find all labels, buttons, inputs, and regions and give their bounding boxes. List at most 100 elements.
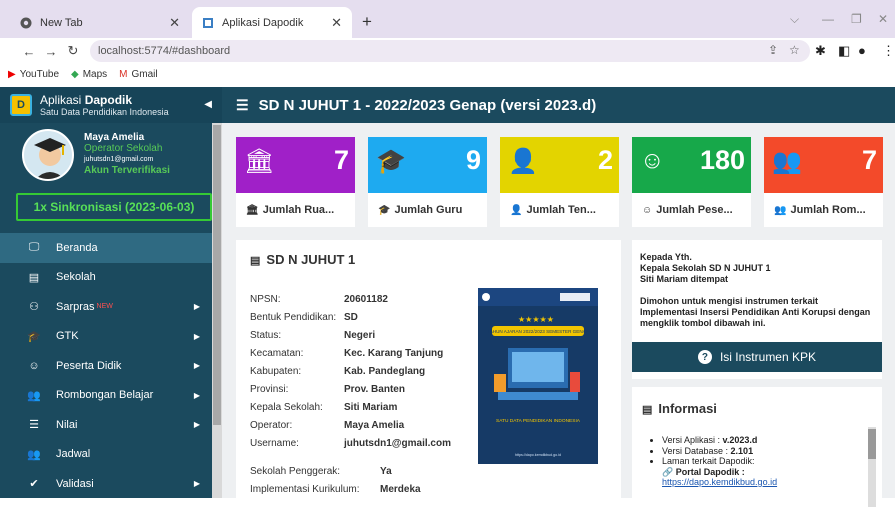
tab-new-tab[interactable]: New Tab ✕ <box>10 7 190 38</box>
info-list: Versi Aplikasi : v.2023.d Versi Database… <box>662 435 777 488</box>
portal-dapodik-link[interactable]: https://dapo.kemdikbud.go.id <box>662 477 777 487</box>
stat-card-guru[interactable]: 🎓 9 🎓 Jumlah Guru <box>368 137 487 227</box>
smile-icon: ☺ <box>640 147 665 174</box>
sidebar: D Aplikasi Dapodik Satu Data Pendidikan … <box>0 87 222 498</box>
profile-icon[interactable]: ● <box>858 43 866 58</box>
back-button[interactable]: ← <box>18 44 40 59</box>
field-username: Username: juhutsdn1@gmail.com <box>250 438 451 449</box>
stat-card-tendik[interactable]: 👤 2 👤 Jumlah Ten... <box>500 137 619 227</box>
forward-button[interactable]: → <box>40 44 62 59</box>
stat-card-ruang[interactable]: 🏛 7 🏛 Jumlah Rua... <box>236 137 355 227</box>
graduation-cap-icon: 🎓 <box>376 148 406 175</box>
share-icon[interactable]: ⇪ <box>768 43 778 57</box>
window-close-button[interactable]: ✕ <box>878 12 888 26</box>
graduation-cap-icon: 🎓 <box>27 330 41 343</box>
list-item: Versi Aplikasi : v.2023.d <box>662 435 777 446</box>
verified-status: Akun Terverifikasi <box>84 165 170 176</box>
sidebar-menu: 🖵 Beranda ▤ Sekolah ⚇ Sarpras NEW ▶ 🎓 GTK… <box>0 233 212 499</box>
sidebar-item-validasi[interactable]: ✔ Validasi ▶ <box>0 469 212 499</box>
tab-label: Aplikasi Dapodik <box>222 16 304 29</box>
field-npsn: NPSN: 20601182 <box>250 294 388 305</box>
sidebar-item-gtk[interactable]: 🎓 GTK ▶ <box>0 322 212 352</box>
tab-label: New Tab <box>40 16 83 29</box>
star-icon[interactable]: ☆ <box>789 43 800 57</box>
sidebar-item-peserta-didik[interactable]: ☺ Peserta Didik ▶ <box>0 351 212 381</box>
isi-instrumen-kpk-button[interactable]: ? Isi Instrumen KPK <box>632 342 882 372</box>
dapodik-app: D Aplikasi Dapodik Satu Data Pendidikan … <box>0 87 895 510</box>
smile-icon: ☺ <box>28 359 40 372</box>
stat-value: 180 <box>699 145 745 175</box>
top-header: ☰ SD N JUHUT 1 - 2022/2023 Genap (versi … <box>222 87 895 123</box>
bookmarks-bar: ▶ YouTube ◆ Maps M Gmail <box>0 64 895 84</box>
user-name: Maya Amelia <box>84 132 145 143</box>
binoculars-icon: ⚇ <box>29 301 39 314</box>
chrome-icon <box>20 17 32 29</box>
bookmark-gmail[interactable]: M Gmail <box>119 69 157 80</box>
stat-label: Jumlah Guru <box>394 204 463 216</box>
reload-button[interactable]: ↻ <box>62 43 84 59</box>
collapse-sidebar-icon[interactable]: ◀ <box>204 99 212 110</box>
extensions-icon[interactable]: ✱ <box>815 43 826 59</box>
info-scrollbar-thumb[interactable] <box>868 429 876 459</box>
restore-button[interactable]: ❐ <box>851 12 862 26</box>
close-icon[interactable]: ✕ <box>331 15 342 31</box>
bookmark-youtube[interactable]: ▶ YouTube <box>8 69 59 80</box>
dapodik-logo: D <box>10 94 32 116</box>
close-icon[interactable]: ✕ <box>169 15 180 31</box>
list-item: Versi Database : 2.101 <box>662 446 777 457</box>
poster-caption: SATU DATA PENDIDIKAN INDONESIA <box>496 418 581 424</box>
user-role: Operator Sekolah <box>84 143 163 154</box>
monitor-icon: 🖵 <box>28 241 40 254</box>
sidepanel-icon[interactable]: ◧ <box>838 43 850 59</box>
sync-button[interactable]: 1x Sinkronisasi (2023-06-03) <box>16 193 212 221</box>
stat-label: Jumlah Ten... <box>526 204 596 216</box>
stat-card-top: ☺ 180 <box>632 137 751 193</box>
sidebar-item-sekolah[interactable]: ▤ Sekolah <box>0 263 212 293</box>
graduation-cap-icon: 🎓 <box>378 204 391 216</box>
kpk-recipient-name: Siti Mariam ditempat <box>640 274 729 284</box>
user-profile: Maya Amelia Operator Sekolah juhutsdn1@g… <box>0 123 222 187</box>
user-icon: 👤 <box>508 148 538 175</box>
more-icon[interactable]: ⋮ <box>882 43 895 59</box>
sidebar-item-rombongan-belajar[interactable]: 👥 Rombongan Belajar ▶ <box>0 381 212 411</box>
field-kecamatan: Kecamatan: Kec. Karang Tanjung <box>250 348 444 359</box>
url-input[interactable]: i localhost:5774/#dashboard <box>90 40 810 316</box>
stat-card-rombel[interactable]: 👥 7 👥 Jumlah Rom... <box>764 137 883 227</box>
minimize-button[interactable]: — <box>822 12 834 26</box>
bookmark-maps[interactable]: ◆ Maps <box>71 69 107 80</box>
stat-card-top: 🎓 9 <box>368 137 487 193</box>
chevron-right-icon: ▶ <box>193 302 200 312</box>
tab-aplikasi-dapodik[interactable]: Aplikasi Dapodik ✕ <box>192 7 352 38</box>
field-provinsi: Provinsi: Prov. Banten <box>250 384 405 395</box>
stat-card-peserta-didik[interactable]: ☺ 180 ☺ Jumlah Pese... <box>632 137 751 227</box>
building-icon: ▤ <box>250 255 261 267</box>
sidebar-item-jadwal[interactable]: 👥 Jadwal <box>0 440 212 470</box>
stat-value: 2 <box>597 145 613 175</box>
link-icon: 🔗 <box>662 466 674 477</box>
question-icon: ? <box>697 350 712 364</box>
informasi-panel: ▤ Informasi Versi Aplikasi : v.2023.d Ver… <box>632 387 882 507</box>
institution-icon: 🏛 <box>246 204 259 216</box>
kpk-body: Dimohon untuk mengisi instrumen terkait … <box>640 296 871 328</box>
new-tab-button[interactable]: + <box>362 12 372 32</box>
sidebar-item-nilai[interactable]: ☰ Nilai ▶ <box>0 410 212 440</box>
field-bentuk: Bentuk Pendidikan: SD <box>250 312 358 323</box>
sidebar-item-sarpras[interactable]: ⚇ Sarpras NEW ▶ <box>0 292 212 322</box>
field-status: Status: Negeri <box>250 330 376 341</box>
field-implementasi-kurikulum: Implementasi Kurikulum: Merdeka <box>250 484 421 495</box>
dapodik-poster-image: ★★★★★ TAHUN AJARAN 2022/2023 SEMESTER GE… <box>478 288 598 464</box>
field-kepala-sekolah: Kepala Sekolah: Siti Mariam <box>250 402 398 413</box>
group-icon: 👥 <box>774 204 787 216</box>
user-email: juhutsdn1@gmail.com <box>84 156 154 163</box>
page-title: SD N JUHUT 1 - 2022/2023 Genap (versi 20… <box>258 96 597 114</box>
hamburger-menu-icon[interactable]: ☰ <box>236 97 249 114</box>
chevron-down-icon[interactable]: ⌵ <box>790 12 799 27</box>
school-info-panel: ▤ SD N JUHUT 1 NPSN: 20601182 Bentuk Pendi… <box>236 240 621 510</box>
field-operator: Operator: Maya Amelia <box>250 420 405 431</box>
sidebar-item-beranda[interactable]: 🖵 Beranda <box>0 233 212 263</box>
sidebar-scrollbar-thumb[interactable] <box>213 125 221 425</box>
portal-label: Portal Dapodik : <box>675 466 745 477</box>
brand-header: D Aplikasi Dapodik Satu Data Pendidikan … <box>0 87 222 123</box>
brand-prefix: Aplikasi <box>40 92 85 107</box>
list-item: Laman terkait Dapodik: 🔗 Portal Dapodik … <box>662 456 777 488</box>
